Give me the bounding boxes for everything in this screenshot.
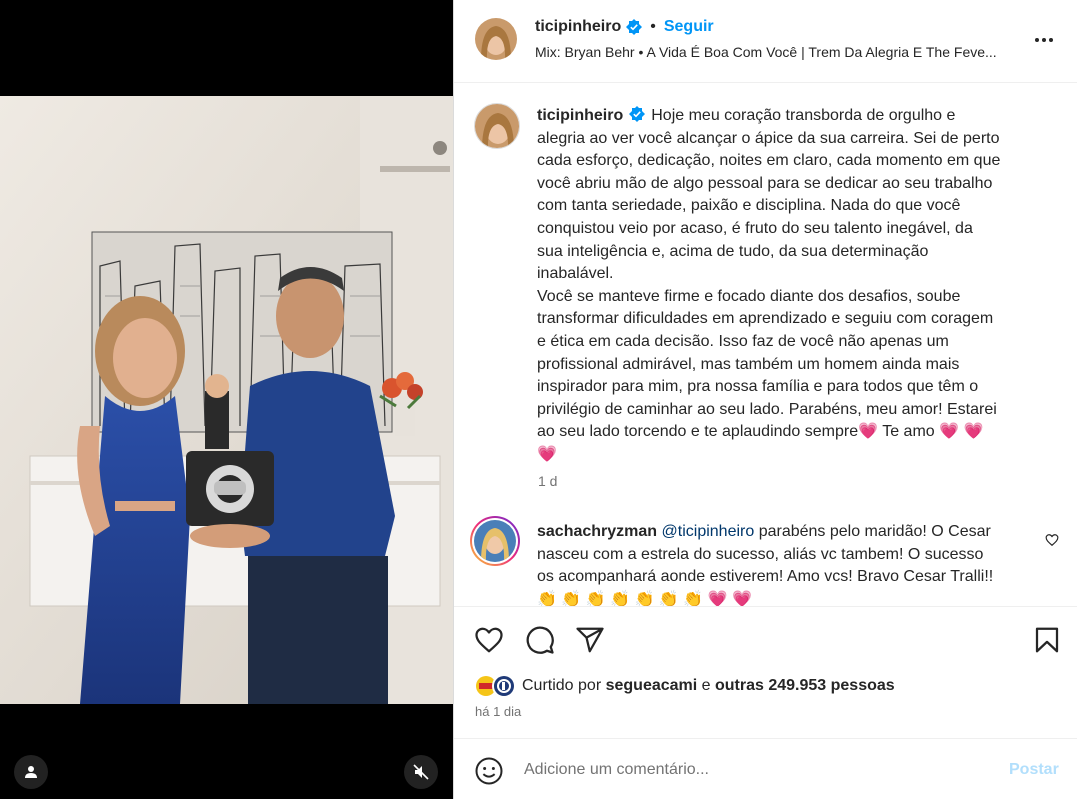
author-row: ticipinheiro • Seguir bbox=[535, 18, 714, 36]
share-send-icon[interactable] bbox=[575, 625, 605, 655]
comment-text: nasceu com a estrela do sucesso, aliás v… bbox=[537, 545, 984, 563]
commenter-avatar[interactable] bbox=[470, 516, 520, 566]
comment-input[interactable] bbox=[524, 757, 994, 783]
caption-text: privilégio de caminhar ao seu lado. Para… bbox=[537, 400, 997, 418]
post-details-panel: ticipinheiro • Seguir Mix: Bryan Behr • … bbox=[453, 0, 1077, 799]
commenter-avatar-image bbox=[474, 520, 516, 562]
comment-like-heart-icon[interactable] bbox=[1045, 533, 1059, 547]
likes-text: Curtido por segueacami e outras 249.953 … bbox=[522, 677, 895, 695]
caption-text: com tanta seriedade, paixão e disciplina… bbox=[537, 197, 961, 215]
caption-text: ao seu lado torcendo e te aplaudindo sem… bbox=[537, 423, 984, 441]
follow-button[interactable]: Seguir bbox=[664, 18, 714, 36]
add-comment-bar: Postar bbox=[454, 738, 1077, 799]
user-tag-button[interactable] bbox=[14, 755, 48, 789]
commenter-username[interactable]: sachachryzman bbox=[537, 523, 657, 540]
emoji-icon[interactable] bbox=[474, 756, 504, 786]
post-actions bbox=[454, 606, 1077, 670]
likes-count-link[interactable]: outras 249.953 pessoas bbox=[715, 677, 895, 694]
mute-button[interactable] bbox=[404, 755, 438, 789]
author-username[interactable]: ticipinheiro bbox=[535, 18, 621, 36]
like-heart-icon[interactable] bbox=[474, 625, 504, 655]
comment-line: sachachryzman @ticipinheiro parabéns pel… bbox=[537, 521, 1037, 544]
user-icon bbox=[25, 766, 37, 778]
caption-text: profissional admirável, mas também um ho… bbox=[537, 355, 960, 373]
save-bookmark-icon[interactable] bbox=[1032, 625, 1062, 655]
speaker-muted-icon bbox=[413, 764, 429, 780]
separator-dot: • bbox=[650, 18, 656, 35]
post-date[interactable]: há 1 dia bbox=[475, 704, 521, 719]
caption-text: 💗 bbox=[537, 445, 557, 463]
post-header: ticipinheiro • Seguir Mix: Bryan Behr • … bbox=[454, 0, 1077, 83]
caption-timestamp[interactable]: 1 d bbox=[538, 473, 557, 489]
caption-username[interactable]: ticipinheiro bbox=[537, 107, 623, 124]
caption-text: alegria ao ver você alcançar o ápice da … bbox=[537, 129, 1000, 147]
comment-bubble-icon[interactable] bbox=[525, 625, 555, 655]
caption-text: inabalável. bbox=[537, 265, 614, 283]
liker-username[interactable]: segueacami bbox=[606, 677, 698, 694]
likes-summary: Curtido por segueacami e outras 249.953 … bbox=[474, 674, 895, 698]
comments-section: ticipinheiro Hoje meu coração transborda … bbox=[454, 84, 1077, 606]
caption-text: inspirador para mim, pra nossa família e… bbox=[537, 378, 979, 396]
likes-prefix: Curtido por bbox=[522, 677, 606, 694]
caption-text: Hoje meu coração transborda de orgulho e bbox=[651, 107, 956, 124]
instagram-post-view: ticipinheiro • Seguir Mix: Bryan Behr • … bbox=[0, 0, 1077, 799]
caption-text: cada esforço, dedicação, noites em claro… bbox=[537, 152, 1001, 170]
caption-text: transformar dificuldades em aprendizado … bbox=[537, 310, 994, 328]
comment-item: sachachryzman @ticipinheiro parabéns pel… bbox=[537, 521, 1037, 606]
commenter-avatar-border bbox=[472, 518, 518, 564]
caption-author-avatar[interactable] bbox=[474, 103, 520, 149]
post-media bbox=[0, 0, 453, 799]
post-caption: ticipinheiro Hoje meu coração transborda … bbox=[537, 105, 1047, 467]
caption-text: Você se manteve firme e focado diante do… bbox=[537, 287, 961, 305]
comment-text: os acompanhará aonde estiverem! Amo vcs!… bbox=[537, 568, 994, 586]
caption-text: sua inteligência e, acima de tudo, da su… bbox=[537, 242, 929, 260]
liker-avatar[interactable] bbox=[492, 674, 516, 698]
author-avatar[interactable] bbox=[475, 18, 517, 60]
post-photo[interactable] bbox=[0, 96, 453, 704]
comment-mention[interactable]: @ticipinheiro bbox=[662, 523, 755, 540]
comment-text: 👏 👏 👏 👏 👏 👏 👏 💗 💗 bbox=[537, 590, 752, 606]
verified-badge-icon bbox=[629, 106, 646, 122]
caption-text: conquistou veio por acaso, é fruto do se… bbox=[537, 219, 973, 237]
more-options-icon[interactable] bbox=[1032, 28, 1056, 52]
caption-line: ticipinheiro Hoje meu coração transborda … bbox=[537, 105, 1047, 128]
caption-text: e ética em cada decisão. Isso faz de voc… bbox=[537, 332, 949, 350]
verified-badge-icon bbox=[626, 19, 643, 35]
caption-text: você abriu mão de algo pessoal para se d… bbox=[537, 174, 993, 192]
post-comment-button[interactable]: Postar bbox=[1009, 761, 1059, 779]
likes-middle: e bbox=[697, 677, 715, 694]
comment-text: parabéns pelo maridão! O Cesar bbox=[754, 523, 991, 540]
audio-track[interactable]: Mix: Bryan Behr • A Vida É Boa Com Você … bbox=[535, 44, 1005, 60]
